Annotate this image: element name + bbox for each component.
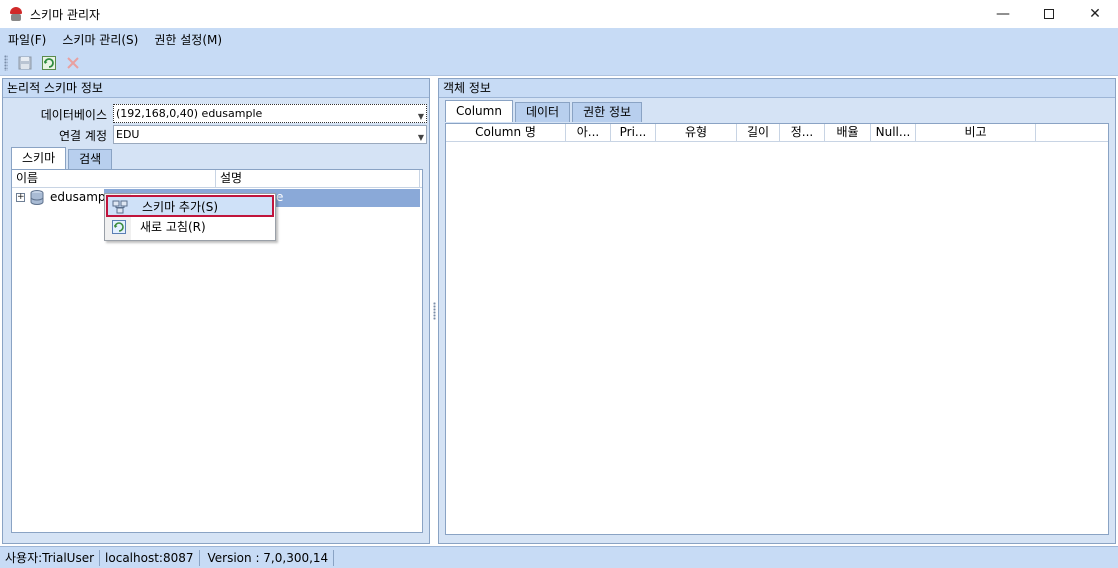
column-header-col6[interactable]: 정... xyxy=(780,124,825,141)
column-header-nullable[interactable]: Null... xyxy=(871,124,916,141)
delete-icon xyxy=(67,56,79,69)
column-header-length[interactable]: 길이 xyxy=(737,124,780,141)
toolbar xyxy=(0,50,1118,76)
title-bar: 스키마 관리자 — ✕ xyxy=(0,0,1118,28)
refresh-button[interactable] xyxy=(38,53,60,73)
tree-item-name: edusamp xyxy=(50,190,106,204)
column-grid-header: Column 명 아... Pri... 유형 길이 정... 배율 Null.… xyxy=(446,124,1108,142)
tab-schema[interactable]: 스키마 xyxy=(11,147,67,169)
left-tabs: 스키마 검색 xyxy=(11,147,114,169)
menu-item-add-schema-label: 스키마 추가(S) xyxy=(142,200,218,214)
save-icon xyxy=(18,56,32,69)
add-schema-icon xyxy=(112,200,128,214)
menu-item-refresh-label: 새로 고침(R) xyxy=(140,220,206,234)
close-button[interactable]: ✕ xyxy=(1072,0,1118,28)
menu-item-add-schema[interactable]: 스키마 추가(S) xyxy=(106,195,274,217)
column-header-desc[interactable]: 설명 xyxy=(216,170,420,187)
object-info-pane: 객체 정보 Column 데이터 권한 정보 Column 명 아... Pri… xyxy=(438,78,1116,544)
database-value: (192,168,0,40) edusample xyxy=(116,107,263,120)
window-title: 스키마 관리자 xyxy=(30,7,101,22)
splitter-handle[interactable] xyxy=(433,302,436,320)
account-row: 연결 계정 EDU ▼ xyxy=(7,125,427,145)
database-label: 데이터베이스 xyxy=(40,108,107,122)
tab-search[interactable]: 검색 xyxy=(68,149,113,169)
maximize-icon xyxy=(1044,9,1054,19)
account-value: EDU xyxy=(116,128,140,141)
status-version: Version : 7,0,300,14 xyxy=(200,549,335,566)
app-icon xyxy=(8,6,24,22)
tree-item-desc: e xyxy=(276,190,284,204)
logical-schema-pane: 논리적 스키마 정보 데이터베이스 (192,168,0,40) edusamp… xyxy=(2,78,430,544)
column-header-primary[interactable]: Pri... xyxy=(611,124,656,141)
status-host: localhost:8087 xyxy=(100,549,200,566)
chevron-down-icon: ▼ xyxy=(417,112,424,121)
toolbar-grip[interactable] xyxy=(4,54,8,71)
right-tabs: Column 데이터 권한 정보 xyxy=(445,100,644,122)
menu-item-refresh[interactable]: 새로 고침(R) xyxy=(106,217,274,239)
tab-permission-info[interactable]: 권한 정보 xyxy=(572,102,643,122)
database-row: 데이터베이스 (192,168,0,40) edusample ▼ xyxy=(7,104,427,124)
status-user: 사용자:TrialUser xyxy=(0,549,101,566)
save-button[interactable] xyxy=(14,53,36,73)
expand-icon[interactable]: + xyxy=(16,193,25,202)
column-header-name[interactable]: 이름 xyxy=(12,170,216,187)
menu-schema-manage[interactable]: 스키마 관리(S) xyxy=(54,31,146,48)
status-bar: 사용자:TrialUser localhost:8087 Version : 7… xyxy=(0,546,1118,568)
delete-button[interactable] xyxy=(62,53,84,73)
chevron-down-icon: ▼ xyxy=(417,133,424,142)
account-select[interactable]: EDU ▼ xyxy=(113,125,427,144)
column-header-column-name[interactable]: Column 명 xyxy=(446,124,566,141)
refresh-icon xyxy=(112,220,126,234)
schema-tree-header: 이름 설명 xyxy=(12,170,422,188)
context-menu: 스키마 추가(S) 새로 고침(R) xyxy=(104,193,276,241)
database-select[interactable]: (192,168,0,40) edusample ▼ xyxy=(113,104,427,123)
minimize-button[interactable]: — xyxy=(980,0,1026,28)
tab-column[interactable]: Column xyxy=(445,100,513,122)
column-header-type[interactable]: 유형 xyxy=(656,124,737,141)
account-label: 연결 계정 xyxy=(59,129,107,143)
column-header-remark[interactable]: 비고 xyxy=(916,124,1036,141)
database-icon xyxy=(30,190,44,205)
column-header-col2[interactable]: 아... xyxy=(566,124,611,141)
menu-bar: 파일(F) 스키마 관리(S) 권한 설정(M) xyxy=(0,28,1118,50)
menu-file[interactable]: 파일(F) xyxy=(0,31,54,48)
column-header-scale[interactable]: 배율 xyxy=(825,124,871,141)
refresh-icon xyxy=(42,55,56,70)
left-pane-header: 논리적 스키마 정보 xyxy=(3,79,429,98)
column-grid: Column 명 아... Pri... 유형 길이 정... 배율 Null.… xyxy=(445,123,1109,535)
right-pane-header: 객체 정보 xyxy=(439,79,1115,98)
menu-permission[interactable]: 권한 설정(M) xyxy=(146,31,230,48)
tab-data[interactable]: 데이터 xyxy=(514,102,571,122)
maximize-button[interactable] xyxy=(1026,0,1072,28)
